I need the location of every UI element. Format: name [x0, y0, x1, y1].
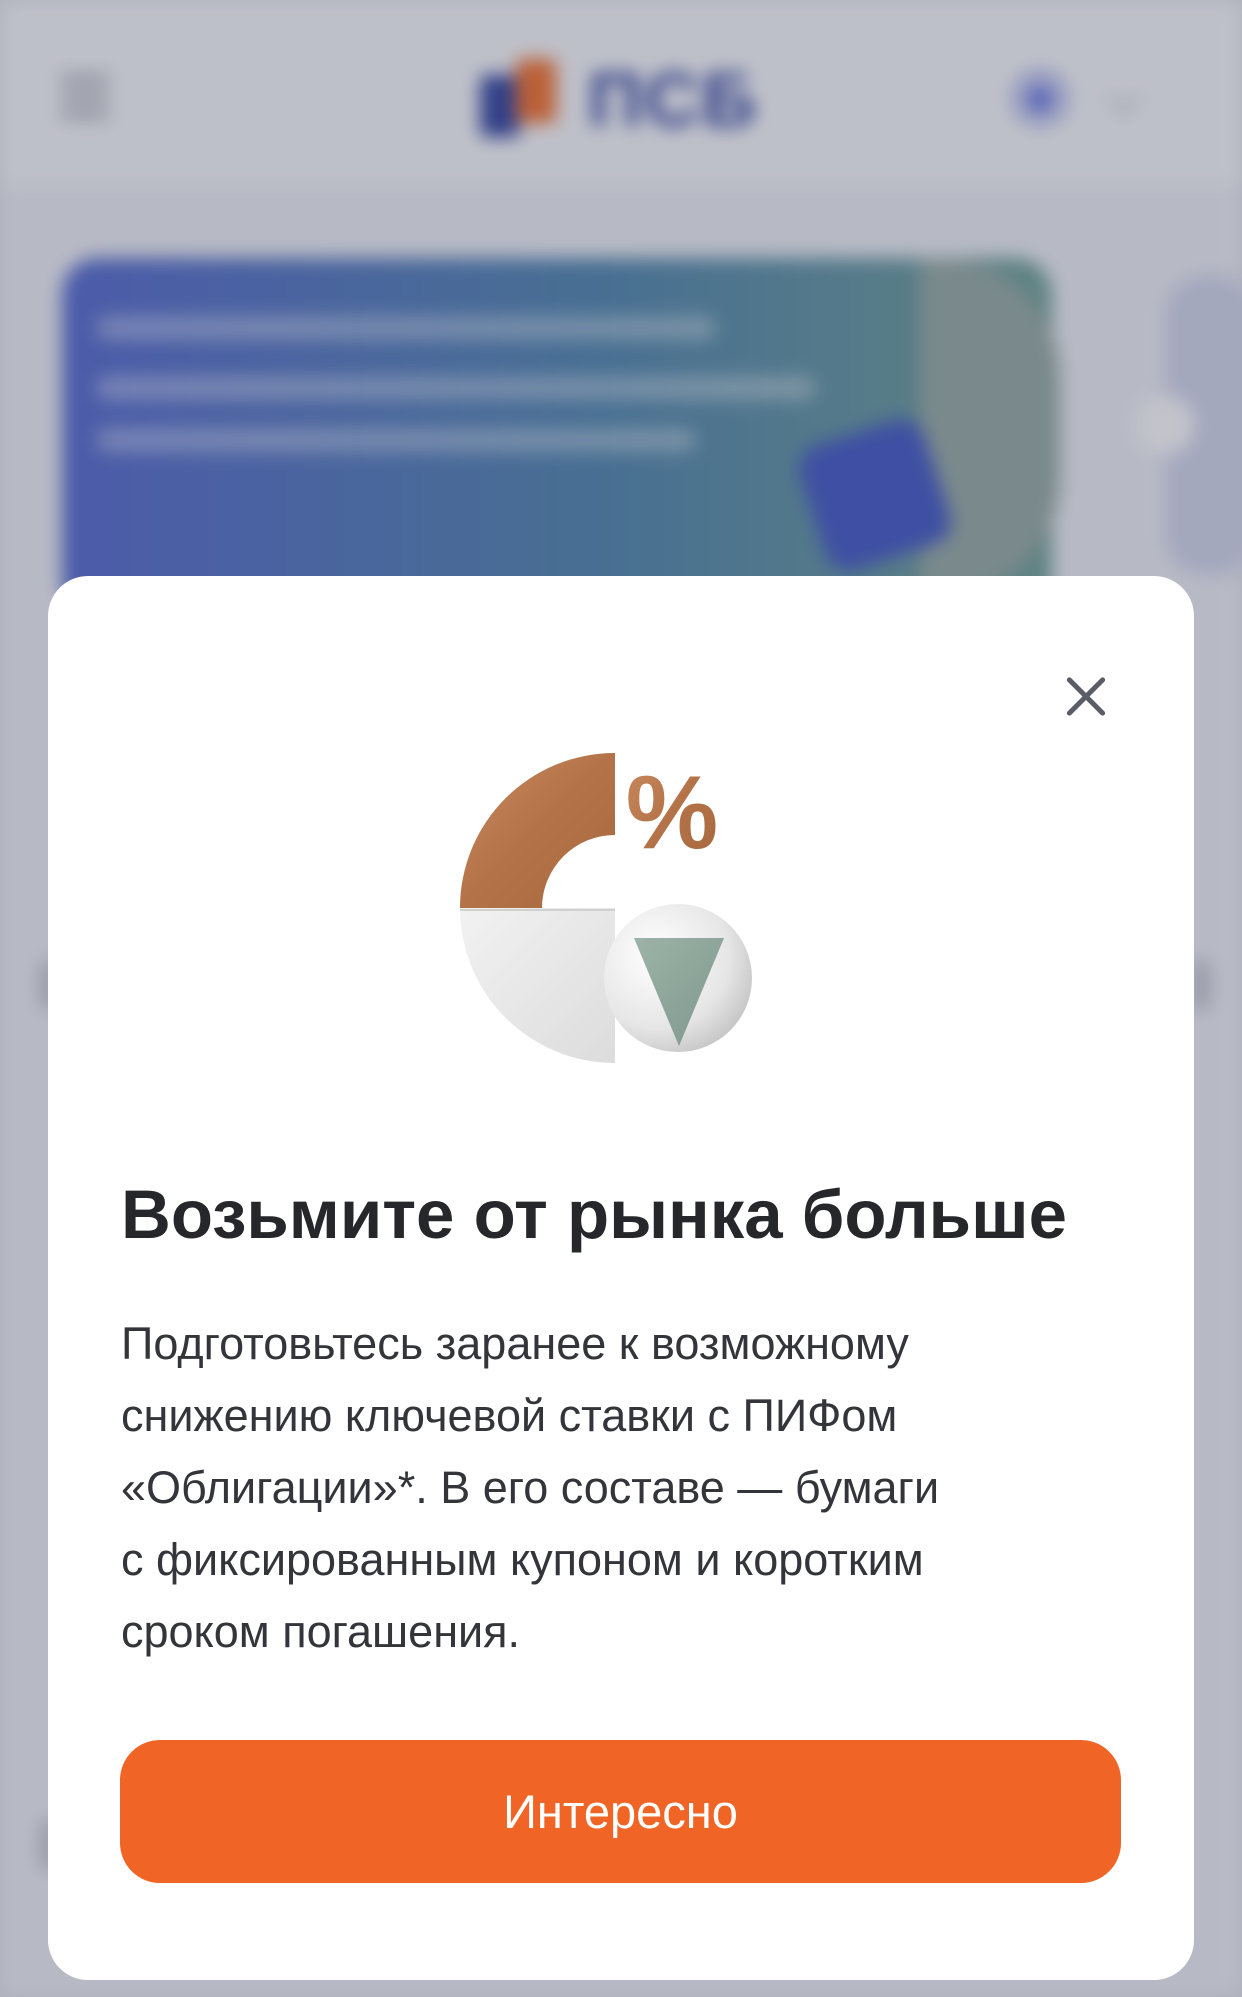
- close-icon[interactable]: [1040, 650, 1132, 742]
- modal-description: Подготовьтесь заранее к возможному сниже…: [121, 1308, 1101, 1668]
- interested-button[interactable]: Интересно: [120, 1740, 1121, 1883]
- modal-description-line: Подготовьтесь заранее к возможному: [121, 1318, 909, 1369]
- modal-title: Возьмите от рынка больше: [121, 1176, 1067, 1253]
- modal-description-line: с фиксированным купоном и коротким: [121, 1534, 924, 1585]
- modal-description-line: «Облигации»*. В его составе — бумаги: [121, 1462, 940, 1513]
- modal-description-line: сроком погашения.: [121, 1606, 521, 1657]
- svg-text:%: %: [626, 755, 718, 871]
- modal-description-line: снижению ключевой ставки с ПИФом: [121, 1390, 898, 1441]
- percent-pie-chart-icon: %: [460, 753, 752, 1063]
